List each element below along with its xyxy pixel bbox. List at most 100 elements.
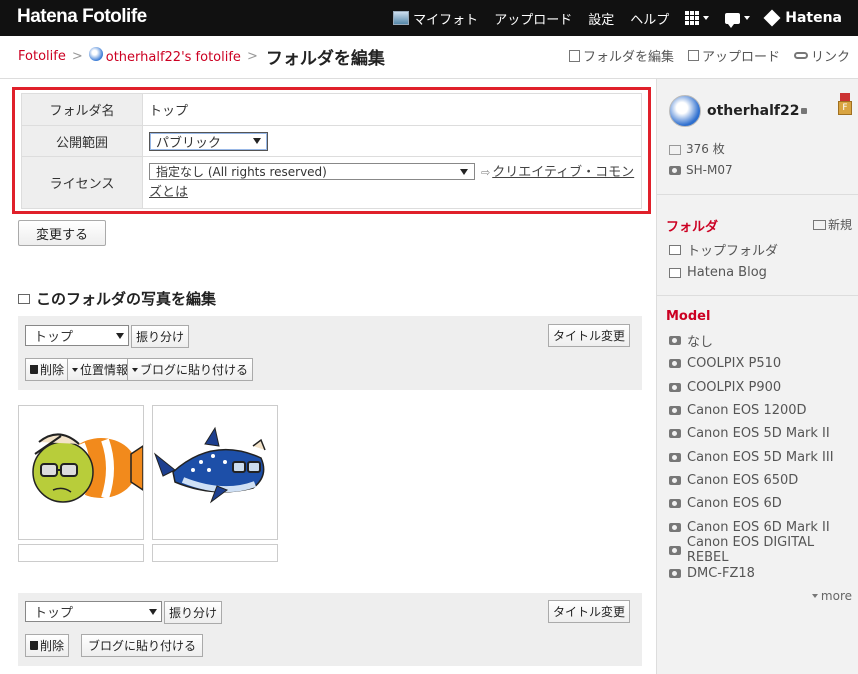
new-folder-link[interactable]: 新規 bbox=[812, 216, 852, 233]
visibility-label: 公開範囲 bbox=[21, 125, 143, 157]
folder-item[interactable]: Hatena Blog bbox=[669, 261, 778, 284]
model-item[interactable]: COOLPIX P510 bbox=[669, 352, 858, 375]
model-item[interactable]: Canon EOS 1200D bbox=[669, 399, 858, 422]
breadcrumb: Fotolife > otherhalf22's fotolife > フォルダ… bbox=[18, 44, 385, 69]
whale-shark-character-image bbox=[153, 426, 266, 504]
apps-menu[interactable] bbox=[677, 0, 717, 36]
submit-change-button[interactable]: 変更する bbox=[18, 220, 106, 246]
photo-title-input[interactable] bbox=[18, 544, 144, 562]
camera-icon bbox=[669, 429, 681, 439]
folder-icon bbox=[669, 244, 681, 255]
title-change-button[interactable]: タイトル変更 bbox=[548, 600, 631, 623]
folder-select[interactable]: トップ bbox=[25, 601, 162, 622]
model-item[interactable]: Canon EOS 6D bbox=[669, 492, 858, 515]
folder-list: トップフォルダ Hatena Blog bbox=[669, 238, 778, 285]
more-link[interactable]: more bbox=[811, 589, 852, 603]
photo-title-input[interactable] bbox=[152, 544, 278, 562]
top-nav: マイフォト アップロード 設定 ヘルプ Hatena bbox=[385, 0, 850, 36]
model-heading: Model bbox=[666, 309, 711, 324]
camera-icon bbox=[669, 166, 681, 175]
link-link[interactable]: リンク bbox=[793, 46, 850, 65]
chevron-down-icon bbox=[744, 16, 751, 20]
chevron-down-icon bbox=[703, 16, 710, 20]
camera-icon bbox=[669, 406, 681, 416]
camera-icon bbox=[669, 499, 681, 509]
model-list: なし COOLPIX P510 COOLPIX P900 Canon EOS 1… bbox=[669, 329, 858, 585]
dropdown-arrow-icon bbox=[460, 168, 468, 175]
folder-name-field[interactable]: トップ bbox=[142, 93, 642, 126]
folder-icon bbox=[669, 267, 681, 278]
hatena-logo-icon bbox=[763, 9, 781, 27]
sort-button[interactable]: 振り分け bbox=[164, 601, 223, 624]
breadcrumb-separator: > bbox=[71, 48, 83, 64]
model-item[interactable]: なし bbox=[669, 329, 858, 352]
dropdown-arrow-icon bbox=[116, 332, 124, 339]
user-profile[interactable]: otherhalf22 bbox=[669, 95, 808, 127]
section-title: このフォルダの写真を編集 bbox=[18, 288, 216, 309]
dropdown-arrow-icon bbox=[253, 138, 261, 144]
chevron-down-icon bbox=[132, 367, 138, 372]
location-button[interactable]: 位置情報 bbox=[67, 358, 134, 381]
hatena-brand-link[interactable]: Hatena bbox=[758, 0, 850, 36]
model-item[interactable]: Canon EOS 5D Mark III bbox=[669, 445, 858, 468]
edit-folder-link[interactable]: フォルダを編集 bbox=[568, 46, 674, 65]
camera-icon bbox=[669, 382, 681, 392]
photo-thumbnail[interactable] bbox=[152, 405, 278, 540]
model-item[interactable]: COOLPIX P900 bbox=[669, 376, 858, 399]
delete-button[interactable]: 削除 bbox=[25, 634, 70, 657]
top-bar: Hatena Fotolife マイフォト アップロード 設定 ヘルプ Hate… bbox=[0, 0, 858, 36]
photo-count: 376 枚 bbox=[669, 139, 733, 160]
nav-help[interactable]: ヘルプ bbox=[622, 0, 677, 36]
trash-icon bbox=[30, 641, 38, 650]
my-photo-thumbnail-icon bbox=[393, 11, 410, 25]
nav-my-photo[interactable]: マイフォト bbox=[385, 0, 486, 36]
visibility-select[interactable]: パブリック bbox=[149, 131, 268, 151]
divider bbox=[657, 295, 858, 296]
model-item[interactable]: Canon EOS DIGITAL REBEL bbox=[669, 535, 858, 565]
paste-blog-button[interactable]: ブログに貼り付ける bbox=[127, 358, 254, 381]
camera-name[interactable]: SH-M07 bbox=[669, 160, 733, 181]
document-icon bbox=[568, 49, 580, 62]
model-item[interactable]: Canon EOS 5D Mark II bbox=[669, 422, 858, 445]
divider bbox=[657, 194, 858, 195]
chevron-down-icon bbox=[811, 594, 818, 598]
page-actions: フォルダを編集 アップロード リンク bbox=[568, 46, 850, 65]
folder-icon bbox=[18, 293, 30, 304]
folder-edit-form: フォルダ名 トップ 公開範囲 パブリック ライセンス 指定なし (All rig… bbox=[21, 93, 642, 209]
lock-icon bbox=[801, 108, 808, 114]
medal-badge-icon: F bbox=[838, 93, 852, 117]
upload-icon bbox=[687, 50, 699, 61]
photos-icon bbox=[669, 144, 681, 155]
notifications-menu[interactable] bbox=[717, 0, 758, 36]
nav-settings[interactable]: 設定 bbox=[580, 0, 622, 36]
photo-toolbar-bottom: トップ 振り分け タイトル変更 削除 ブログに貼り付ける bbox=[18, 593, 642, 666]
license-select[interactable]: 指定なし (All rights reserved) bbox=[149, 163, 475, 180]
user-stats: 376 枚 SH-M07 bbox=[669, 139, 733, 181]
hatena-fotolife-logo[interactable]: Hatena Fotolife bbox=[17, 6, 147, 28]
apps-grid-icon bbox=[685, 11, 700, 25]
chevron-down-icon bbox=[72, 367, 78, 372]
folder-plus-icon bbox=[812, 219, 826, 230]
folder-select[interactable]: トップ bbox=[25, 325, 129, 346]
avatar-icon bbox=[88, 47, 103, 61]
breadcrumb-fotolife[interactable]: Fotolife bbox=[18, 49, 66, 64]
nav-upload[interactable]: アップロード bbox=[486, 0, 580, 36]
folders-heading: フォルダ bbox=[666, 220, 719, 235]
upload-link[interactable]: アップロード bbox=[687, 46, 780, 65]
sort-button[interactable]: 振り分け bbox=[131, 325, 190, 348]
camera-icon bbox=[669, 475, 681, 485]
model-item[interactable]: Canon EOS 650D bbox=[669, 469, 858, 492]
paste-blog-button[interactable]: ブログに貼り付ける bbox=[81, 634, 204, 657]
title-change-button[interactable]: タイトル変更 bbox=[548, 324, 631, 347]
folder-name-label: フォルダ名 bbox=[21, 93, 143, 126]
folder-item[interactable]: トップフォルダ bbox=[669, 238, 778, 261]
breadcrumb-user[interactable]: otherhalf22's fotolife bbox=[88, 47, 241, 65]
delete-button[interactable]: 削除 bbox=[25, 358, 70, 381]
photo-thumbnail[interactable] bbox=[18, 405, 144, 540]
camera-icon bbox=[669, 569, 681, 579]
sidebar: otherhalf22 F 376 枚 SH-M07 フォルダ 新規 トップフォ… bbox=[656, 79, 858, 674]
dropdown-arrow-icon bbox=[149, 608, 157, 615]
clownfish-character-image bbox=[32, 433, 144, 503]
chain-link-icon bbox=[793, 52, 808, 59]
model-item[interactable]: DMC-FZ18 bbox=[669, 562, 858, 585]
